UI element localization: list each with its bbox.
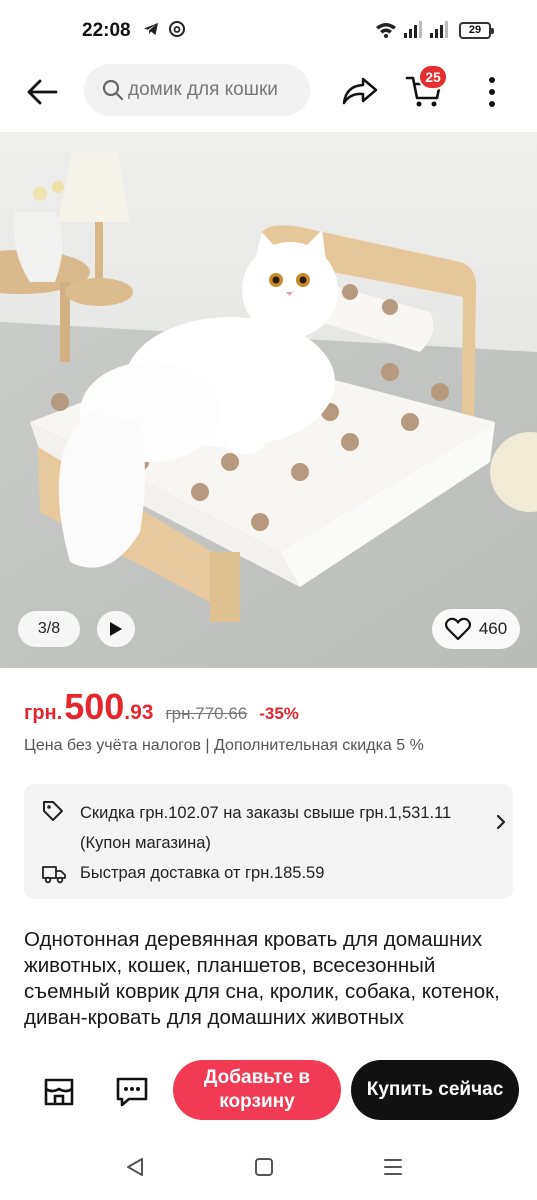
- truck-icon: [42, 866, 66, 884]
- more-vertical-icon: [489, 77, 495, 107]
- buy-now-button[interactable]: Купить сейчас: [351, 1060, 519, 1120]
- more-options-button[interactable]: [478, 72, 506, 112]
- back-button[interactable]: [24, 74, 60, 110]
- search-icon: [102, 79, 124, 101]
- price-row: грн. 500 .93 грн.770.66 -35%: [24, 686, 524, 728]
- nav-back-icon[interactable]: [124, 1156, 146, 1178]
- coupon-card[interactable]: Скидка грн.102.07 на заказы свыше грн.1,…: [24, 784, 513, 899]
- chat-button[interactable]: [113, 1074, 151, 1110]
- status-time: 22:08: [82, 20, 131, 41]
- like-count: 460: [478, 619, 508, 638]
- battery-icon: 29: [459, 22, 494, 39]
- store-icon: [44, 1078, 74, 1106]
- telegram-icon: [144, 23, 158, 35]
- search-placeholder: домик для кошки: [128, 79, 278, 100]
- chat-icon: [116, 1077, 148, 1107]
- add-to-cart-button[interactable]: Добавьте в корзину: [173, 1060, 341, 1120]
- wifi-icon: [376, 23, 396, 38]
- play-icon: [110, 622, 122, 636]
- like-button[interactable]: 460: [432, 609, 520, 649]
- nav-recents-icon[interactable]: [382, 1156, 404, 1178]
- product-photo: [0, 132, 537, 668]
- tax-note: Цена без учёта налогов | Дополнительная …: [24, 737, 424, 754]
- heart-icon: [444, 617, 471, 641]
- discount-badge: -35%: [259, 704, 299, 723]
- coupon-text: Скидка грн.102.07 на заказы свыше грн.1,…: [80, 804, 452, 852]
- product-title: Однотонная деревянная кровать для домашн…: [24, 928, 500, 1029]
- product-image-gallery[interactable]: 3/8 460: [0, 132, 537, 668]
- delivery-text: Быстрая доставка от грн.185.59: [80, 864, 325, 882]
- play-video-button[interactable]: [97, 611, 135, 647]
- signal-icon: [430, 21, 448, 38]
- cart-count-badge: 25: [418, 64, 448, 90]
- share-button[interactable]: [338, 72, 382, 110]
- share-icon: [342, 77, 378, 105]
- back-arrow-icon: [27, 79, 58, 105]
- search-input[interactable]: домик для кошки: [84, 64, 310, 116]
- store-button[interactable]: [40, 1074, 78, 1110]
- nav-home-icon[interactable]: [253, 1156, 275, 1178]
- tag-icon: [43, 801, 63, 821]
- system-navigation-bar: [0, 1138, 537, 1200]
- old-price: грн.770.66: [165, 704, 248, 723]
- image-counter: 3/8: [18, 611, 80, 647]
- top-app-bar: домик для кошки 25: [0, 62, 537, 132]
- bottom-action-bar: Добавьте в корзину Купить сейчас: [0, 1046, 537, 1138]
- threads-icon: [169, 21, 185, 37]
- status-system-icons: [375, 21, 449, 39]
- status-notification-icons: [142, 20, 186, 38]
- chevron-right-icon: [496, 814, 506, 830]
- status-bar: 22:08 29: [0, 0, 537, 62]
- price-cents: .93: [124, 701, 154, 724]
- price-currency: грн.: [24, 702, 63, 724]
- price-main: 500: [64, 686, 125, 727]
- signal-icon: [404, 21, 422, 38]
